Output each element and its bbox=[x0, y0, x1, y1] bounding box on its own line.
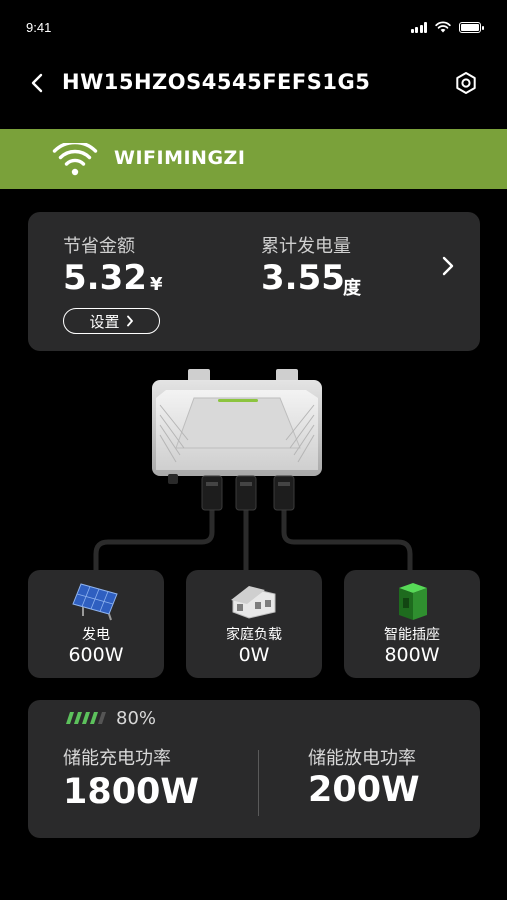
charge-power-label: 储能充电功率 bbox=[63, 748, 171, 769]
savings-unit: ¥ bbox=[150, 274, 163, 295]
battery-segment bbox=[98, 712, 106, 724]
status-icons bbox=[410, 21, 484, 33]
wifi-name: WIFIMINGZI bbox=[114, 147, 246, 169]
settings-gear-icon[interactable] bbox=[453, 70, 479, 96]
battery-level-icon bbox=[66, 712, 106, 724]
storage-card: 80% 储能充电功率 1800W 储能放电功率 200W bbox=[28, 700, 480, 838]
settings-button-label: 设置 bbox=[89, 312, 120, 331]
divider bbox=[258, 750, 259, 816]
device-serial-title: HW15HZOS4545FEFS1G5 bbox=[62, 70, 371, 94]
charge-power-value: 1800W bbox=[63, 772, 200, 812]
tile-label: 发电 bbox=[82, 627, 110, 643]
wifi-icon bbox=[52, 143, 98, 176]
inverter-device-illustration bbox=[93, 369, 413, 572]
savings-value: 5.32 bbox=[63, 258, 147, 298]
battery-percent: 80% bbox=[116, 708, 157, 729]
tile-smart-plug[interactable]: 智能插座 800W bbox=[344, 570, 480, 678]
wifi-status-icon bbox=[435, 21, 451, 33]
wifi-banner[interactable]: WIFIMINGZI bbox=[0, 129, 507, 189]
chevron-right-icon bbox=[126, 315, 133, 327]
tile-home-load[interactable]: 家庭负载 0W bbox=[186, 570, 322, 678]
tile-label: 家庭负载 bbox=[226, 627, 282, 643]
battery-segment bbox=[74, 712, 82, 724]
tile-value: 0W bbox=[238, 644, 270, 666]
status-time: 9:41 bbox=[26, 20, 52, 35]
smart-plug-icon bbox=[399, 583, 427, 620]
house-icon bbox=[231, 586, 277, 619]
tile-value: 800W bbox=[384, 644, 440, 666]
summary-card[interactable]: 节省金额 5.32 ¥ 累计发电量 3.55 度 设置 bbox=[28, 212, 480, 351]
savings-label: 节省金额 bbox=[63, 236, 135, 257]
generation-label: 累计发电量 bbox=[261, 236, 351, 257]
generation-unit: 度 bbox=[343, 278, 361, 299]
discharge-power-label: 储能放电功率 bbox=[308, 748, 416, 769]
solar-panel-icon bbox=[72, 583, 118, 621]
tile-solar-generation[interactable]: 发电 600W bbox=[28, 570, 164, 678]
generation-value: 3.55 bbox=[261, 258, 345, 298]
cellular-signal-icon bbox=[410, 21, 427, 33]
nav-bar: HW15HZOS4545FEFS1G5 bbox=[0, 58, 507, 108]
battery-segment bbox=[90, 712, 98, 724]
battery-status-icon bbox=[459, 21, 484, 33]
battery-segment bbox=[82, 712, 90, 724]
discharge-power-value: 200W bbox=[308, 770, 420, 810]
battery-segment bbox=[66, 712, 74, 724]
tile-label: 智能插座 bbox=[384, 627, 440, 643]
back-arrow-icon[interactable] bbox=[26, 71, 50, 95]
tile-value: 600W bbox=[68, 644, 124, 666]
settings-button[interactable]: 设置 bbox=[63, 308, 160, 334]
status-bar: 9:41 bbox=[0, 0, 507, 44]
chevron-right-icon[interactable] bbox=[440, 254, 456, 278]
